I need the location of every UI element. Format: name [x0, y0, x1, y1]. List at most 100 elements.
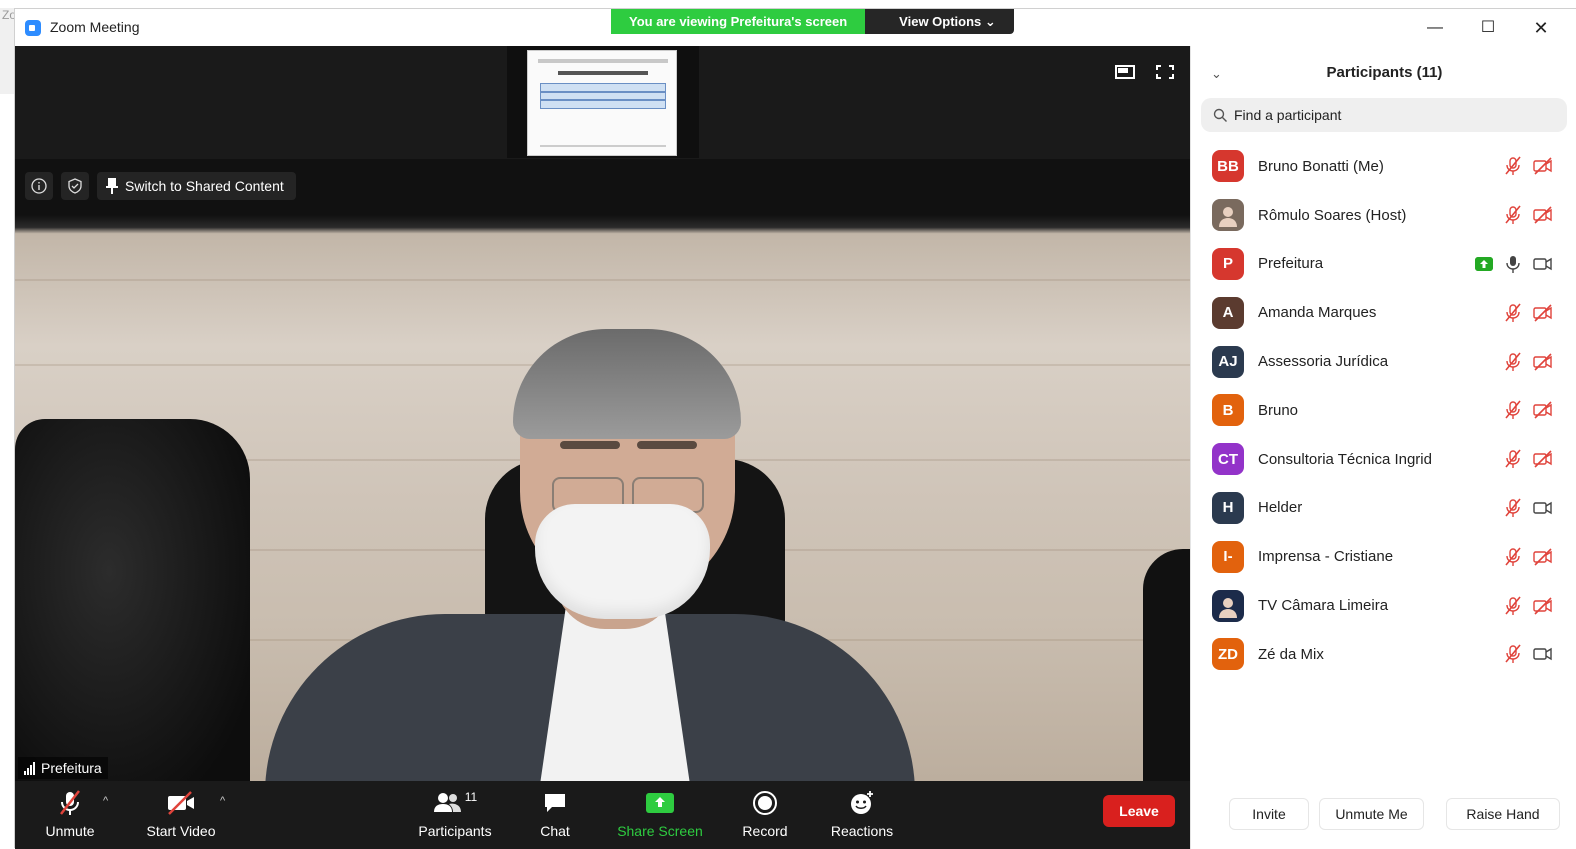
meeting-controls-bar: Unmute ^ Start Video ^ 11 Participants C…	[15, 781, 1190, 849]
chat-icon	[545, 794, 565, 812]
zoom-window: Zoom Meeting — ☐ ✕ You are viewing Prefe…	[14, 8, 1576, 849]
start-video-button[interactable]: Start Video	[143, 789, 219, 839]
audio-options-caret[interactable]: ^	[103, 795, 108, 807]
participants-label: Participants	[418, 823, 492, 839]
reactions-button[interactable]: Reactions	[827, 789, 897, 839]
chair-right	[1143, 549, 1190, 781]
participant-row[interactable]: A Amanda Marques	[1191, 288, 1576, 337]
video-off-icon	[1533, 353, 1552, 371]
find-participant-input[interactable]	[1234, 107, 1534, 123]
participant-row[interactable]: CT Consultoria Técnica Ingrid	[1191, 435, 1576, 484]
reactions-label: Reactions	[830, 823, 894, 839]
info-icon	[31, 178, 47, 194]
video-icon	[1533, 257, 1552, 271]
participant-row[interactable]: ZD Zé da Mix	[1191, 630, 1576, 679]
muted-microphone-icon	[1505, 596, 1521, 615]
avatar-photo	[1212, 199, 1244, 232]
muted-microphone-icon	[60, 790, 80, 815]
meeting-stage: Switch to Shared Content Prefeitura Unmu…	[15, 46, 1190, 849]
share-screen-icon	[646, 793, 674, 813]
participant-row[interactable]: H Helder	[1191, 484, 1576, 533]
background-window-edge: Zo	[0, 8, 16, 94]
participants-panel-title: Participants (11)	[1326, 64, 1443, 81]
shared-screen-thumbnail[interactable]	[507, 46, 699, 158]
avatar: AJ	[1212, 345, 1244, 378]
unmute-button[interactable]: Unmute	[37, 789, 103, 839]
zoom-app-icon	[25, 20, 41, 36]
avatar: ZD	[1212, 638, 1244, 671]
avatar: B	[1212, 394, 1244, 427]
participant-row[interactable]: TV Câmara Limeira	[1191, 581, 1576, 630]
muted-microphone-icon	[1505, 303, 1521, 322]
record-label: Record	[742, 823, 788, 839]
participant-search[interactable]	[1201, 98, 1567, 132]
participants-button[interactable]: 11 Participants	[415, 789, 495, 839]
user-photo-icon	[1219, 207, 1237, 228]
active-speaker-video	[15, 159, 1190, 781]
record-button[interactable]: Record	[740, 789, 790, 839]
video-icon	[1533, 501, 1552, 515]
fullscreen-icon[interactable]	[1155, 64, 1175, 80]
start-video-label: Start Video	[146, 823, 216, 839]
connection-strength-icon	[24, 761, 36, 775]
participant-row[interactable]: AJ Assessoria Jurídica	[1191, 337, 1576, 386]
pin-icon	[106, 178, 118, 194]
switch-to-shared-content-label: Switch to Shared Content	[125, 178, 284, 194]
speaker-name-tag: Prefeitura	[18, 757, 108, 779]
speaker-name: Prefeitura	[41, 760, 102, 776]
chat-label: Chat	[540, 823, 570, 839]
raise-hand-button[interactable]: Raise Hand	[1446, 798, 1560, 830]
participant-row[interactable]: Rômulo Soares (Host)	[1191, 191, 1576, 240]
participant-name: Bruno Bonatti (Me)	[1258, 157, 1384, 175]
switch-to-shared-content-button[interactable]: Switch to Shared Content	[97, 172, 296, 200]
microphone-icon	[1506, 255, 1520, 273]
participant-name: Imprensa - Cristiane	[1258, 548, 1394, 566]
reactions-icon	[851, 791, 873, 814]
muted-microphone-icon	[1505, 644, 1521, 664]
chair-left	[15, 419, 250, 781]
share-screen-label: Share Screen	[617, 823, 703, 839]
maximize-button[interactable]: ☐	[1468, 15, 1508, 41]
share-banner: You are viewing Prefeitura's screen View…	[611, 9, 1014, 34]
user-photo-icon	[1219, 597, 1237, 618]
gallery-view-icon[interactable]	[1115, 64, 1135, 80]
participant-name: Rômulo Soares (Host)	[1258, 206, 1407, 224]
participant-list: BB Bruno Bonatti (Me) Rômulo Soares (Host)…	[1191, 142, 1576, 679]
participants-panel-header: ⌄ Participants (11)	[1191, 46, 1576, 98]
unmute-me-button[interactable]: Unmute Me	[1319, 798, 1424, 830]
minimize-button[interactable]: —	[1415, 15, 1455, 41]
participant-name: Assessoria Jurídica	[1258, 353, 1389, 371]
window-title: Zoom Meeting	[50, 19, 140, 35]
search-icon	[1213, 108, 1227, 122]
close-button[interactable]: ✕	[1521, 15, 1561, 41]
brow-left	[560, 441, 620, 449]
person-hair	[513, 329, 741, 439]
participant-name: TV Câmara Limeira	[1258, 597, 1389, 615]
avatar: P	[1212, 247, 1244, 280]
avatar: H	[1212, 491, 1244, 524]
muted-microphone-icon	[1505, 547, 1521, 566]
security-button[interactable]	[61, 172, 89, 200]
shield-icon	[68, 178, 82, 194]
video-toolbar: Switch to Shared Content	[25, 172, 296, 200]
muted-microphone-icon	[1505, 449, 1521, 469]
participant-name: Helder	[1258, 499, 1303, 517]
chat-button[interactable]: Chat	[535, 789, 575, 839]
video-options-caret[interactable]: ^	[220, 795, 225, 807]
participant-row[interactable]: I- Imprensa - Cristiane	[1191, 532, 1576, 581]
invite-button[interactable]: Invite	[1229, 798, 1309, 830]
muted-microphone-icon	[1505, 156, 1521, 176]
muted-microphone-icon	[1505, 205, 1521, 225]
view-options-button[interactable]: View Options ⌄	[865, 9, 1014, 34]
record-icon	[753, 791, 777, 815]
participants-panel: ⌄ Participants (11) BB Bruno Bonatti (Me)…	[1190, 46, 1576, 849]
participant-row[interactable]: B Bruno	[1191, 386, 1576, 435]
leave-button[interactable]: Leave	[1103, 795, 1175, 827]
video-off-icon	[1533, 206, 1552, 224]
participant-row[interactable]: P Prefeitura	[1191, 240, 1576, 289]
participant-name: Prefeitura	[1258, 255, 1324, 273]
video-off-icon	[1533, 401, 1552, 419]
share-screen-button[interactable]: Share Screen	[615, 789, 705, 839]
participant-row[interactable]: BB Bruno Bonatti (Me)	[1191, 142, 1576, 191]
meeting-info-button[interactable]	[25, 172, 53, 200]
